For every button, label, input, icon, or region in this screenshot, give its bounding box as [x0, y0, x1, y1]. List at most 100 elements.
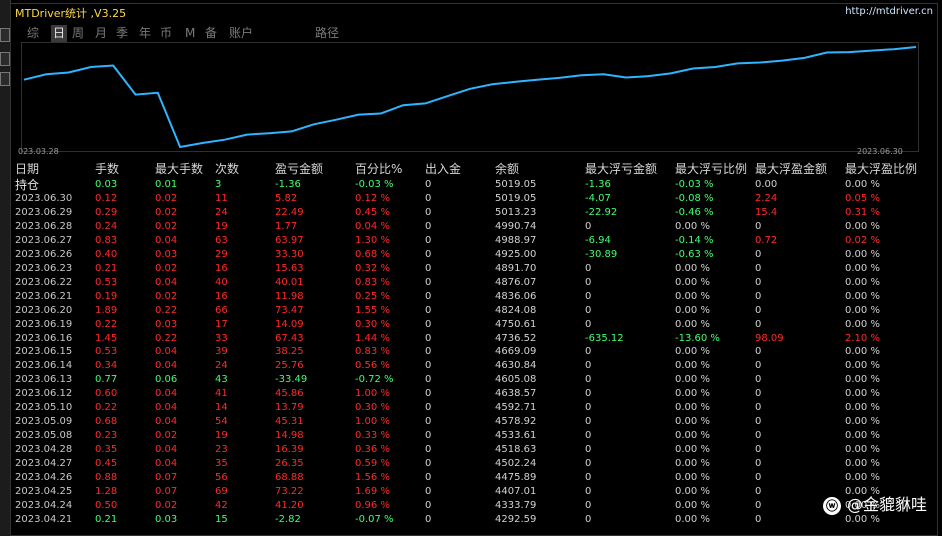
cell-flosspct: 0.00 % — [675, 430, 710, 442]
tab-1[interactable]: 日 — [51, 25, 68, 42]
cell-pct: 0.83 % — [355, 346, 390, 358]
cell-fprofit: 0 — [755, 388, 762, 400]
table-row[interactable]: 2023.05.09 0.68 0.04 54 45.31 1.00 % 0 4578.92 0… — [11, 415, 939, 429]
table-row[interactable]: 2023.06.30 0.12 0.02 11 5.82 0.12 % 0 5019.05 -4… — [11, 192, 939, 206]
tab-7[interactable]: M — [183, 25, 197, 42]
table-row[interactable]: 2023.04.28 0.35 0.04 23 16.39 0.36 % 0 4518.63 0… — [11, 443, 939, 457]
table-row[interactable]: 2023.06.29 0.29 0.02 24 22.49 0.45 % 0 5013.23 -… — [11, 206, 939, 220]
cell-pnl: 45.31 — [275, 416, 304, 428]
table-row[interactable]: 2023.06.19 0.22 0.03 17 14.09 0.30 % 0 4750.61 0… — [11, 318, 939, 332]
cell-floss: 0 — [585, 430, 592, 442]
cell-maxlots: 0.06 — [155, 374, 178, 386]
cell-lots: 0.68 — [95, 416, 118, 428]
tab-6[interactable]: 币 — [158, 25, 174, 42]
table-row[interactable]: 2023.06.27 0.83 0.04 63 63.97 1.30 % 0 4988.97 -… — [11, 234, 939, 248]
cell-balance: 4891.70 — [495, 262, 537, 274]
cell-date: 2023.04.28 — [15, 444, 73, 456]
cell-fprofitpct: 0.00 % — [845, 416, 880, 428]
cell-count: 69 — [215, 485, 228, 497]
toolbar-button-3[interactable] — [0, 72, 10, 86]
table-row[interactable]: 2023.04.24 0.50 0.02 42 41.20 0.96 % 0 4333.79 0… — [11, 499, 939, 513]
chart-start-date: 023.03.28 — [18, 147, 59, 156]
cell-flow: 0 — [425, 485, 432, 497]
holding-fprofitpct: 0.00 % — [845, 179, 880, 190]
mtdriver-statistics-app: MTDriver统计 ,V3.25 http://mtdriver.cn 综日周… — [0, 0, 942, 536]
cell-fprofit: 0 — [755, 290, 762, 302]
tab-5[interactable]: 年 — [137, 25, 153, 42]
cell-flosspct: -13.60 % — [675, 332, 720, 344]
cell-count: 33 — [215, 332, 228, 344]
cell-balance: 4669.09 — [495, 346, 537, 358]
table-row[interactable]: 2023.06.13 0.77 0.06 43 -33.49 -0.72 % 0 4605.0… — [11, 373, 939, 387]
tab-10[interactable]: 路径 — [313, 25, 341, 42]
cell-pct: 0.33 % — [355, 430, 390, 442]
cell-fprofitpct: 0.00 % — [845, 220, 880, 232]
toolbar-button-1[interactable] — [0, 28, 10, 42]
cell-pnl: 14.09 — [275, 318, 304, 330]
cell-count: 23 — [215, 444, 228, 456]
cell-maxlots: 0.04 — [155, 444, 178, 456]
cell-floss: 0 — [585, 444, 592, 456]
tab-0[interactable]: 综 — [25, 25, 41, 42]
cell-pct: 0.56 % — [355, 360, 390, 372]
table-row[interactable]: 2023.06.21 0.19 0.02 16 11.98 0.25 % 0 4836.06 0… — [11, 290, 939, 304]
cell-lots: 0.21 — [95, 262, 118, 274]
cell-fprofit: 0 — [755, 430, 762, 442]
cell-pnl: 33.30 — [275, 248, 304, 260]
cell-date: 2023.04.27 — [15, 458, 73, 470]
table-row[interactable]: 2023.04.21 0.21 0.03 15 -2.82 -0.07 % 0 4292.59… — [11, 513, 939, 527]
cell-balance: 4736.52 — [495, 332, 537, 344]
cell-maxlots: 0.02 — [155, 193, 178, 204]
website-link[interactable]: http://mtdriver.cn — [845, 6, 933, 17]
table-header-row: 日期 手数 最大手数 次数 盈亏金额 百分比% 出入金 余额 最大浮亏金额 最大浮亏比例 最大浮盈金… — [11, 161, 939, 177]
cell-date: 2023.04.24 — [15, 499, 73, 511]
table-row[interactable]: 2023.06.20 1.89 0.22 66 73.47 1.55 % 0 4824.08 0… — [11, 304, 939, 318]
table-row[interactable]: 2023.05.10 0.22 0.04 14 13.79 0.30 % 0 4592.71 0… — [11, 401, 939, 415]
holding-row: 持仓 0.03 0.01 3 -1.36 -0.03 % 0 5019.05 -1.36 -0.0… — [11, 178, 939, 192]
statistics-panel: MTDriver统计 ,V3.25 http://mtdriver.cn 综日周… — [10, 3, 938, 536]
tab-4[interactable]: 季 — [114, 25, 130, 42]
cell-count: 17 — [215, 318, 228, 330]
table-row[interactable]: 2023.06.16 1.45 0.22 33 67.43 1.44 % 0 4736.52 -… — [11, 332, 939, 346]
table-row[interactable]: 2023.04.26 0.88 0.07 56 68.88 1.56 % 0 4475.89 0… — [11, 471, 939, 485]
cell-count: 66 — [215, 304, 228, 316]
cell-date: 2023.06.29 — [15, 206, 73, 218]
cell-maxlots: 0.03 — [155, 318, 178, 330]
cell-fprofit: 0 — [755, 346, 762, 358]
tab-8[interactable]: 备 — [203, 25, 219, 42]
cell-balance: 4475.89 — [495, 472, 537, 483]
table-row[interactable]: 2023.06.22 0.53 0.04 40 40.01 0.83 % 0 4876.07 0… — [11, 276, 939, 290]
equity-line — [23, 46, 917, 149]
table-row[interactable]: 2023.06.14 0.34 0.04 24 25.76 0.56 % 0 4630.84 0… — [11, 359, 939, 373]
table-row[interactable]: 2023.04.25 1.28 0.07 69 73.22 1.69 % 0 4407.01 0… — [11, 485, 939, 499]
table-row[interactable]: 2023.05.08 0.23 0.02 19 14.98 0.33 % 0 4533.61 0… — [11, 429, 939, 443]
cell-lots: 0.34 — [95, 360, 118, 372]
cell-fprofit: 0 — [755, 402, 762, 414]
table-row[interactable]: 2023.06.26 0.40 0.03 29 33.30 0.68 % 0 4925.00 -… — [11, 248, 939, 262]
table-row[interactable]: 2023.06.15 0.53 0.04 39 38.25 0.83 % 0 4669.09 0… — [11, 345, 939, 359]
tab-3[interactable]: 月 — [93, 25, 109, 42]
cell-fprofit: 15.4 — [755, 206, 778, 218]
cell-fprofit: 2.24 — [755, 193, 778, 204]
cell-fprofitpct: 0.00 % — [845, 444, 880, 456]
cell-date: 2023.06.14 — [15, 360, 73, 372]
cell-maxlots: 0.04 — [155, 458, 178, 470]
cell-pnl: 14.98 — [275, 430, 304, 442]
tab-2[interactable]: 周 — [70, 25, 86, 42]
tab-9[interactable]: 账户 — [227, 25, 255, 42]
table-row[interactable]: 2023.06.23 0.21 0.02 16 15.63 0.32 % 0 4891.70 0… — [11, 262, 939, 276]
cell-flow: 0 — [425, 374, 432, 386]
table-row[interactable]: 2023.04.27 0.45 0.04 35 26.35 0.59 % 0 4502.24 0… — [11, 457, 939, 471]
cell-count: 54 — [215, 416, 228, 428]
cell-flow: 0 — [425, 193, 432, 204]
cell-fprofit: 0.72 — [755, 234, 778, 246]
table-row[interactable]: 2023.06.12 0.60 0.04 41 45.86 1.00 % 0 4638.57 0… — [11, 387, 939, 401]
watermark-text: @金貔貅哇 — [847, 495, 928, 514]
cell-lots: 0.12 — [95, 193, 118, 204]
cell-floss: 0 — [585, 402, 592, 414]
toolbar-button-2[interactable] — [0, 52, 10, 66]
cell-balance: 4925.00 — [495, 248, 537, 260]
cell-balance: 4533.61 — [495, 430, 537, 442]
table-row[interactable]: 2023.06.28 0.24 0.02 19 1.77 0.04 % 0 4990.74 0 0… — [11, 220, 939, 234]
cell-balance: 4630.84 — [495, 360, 537, 372]
